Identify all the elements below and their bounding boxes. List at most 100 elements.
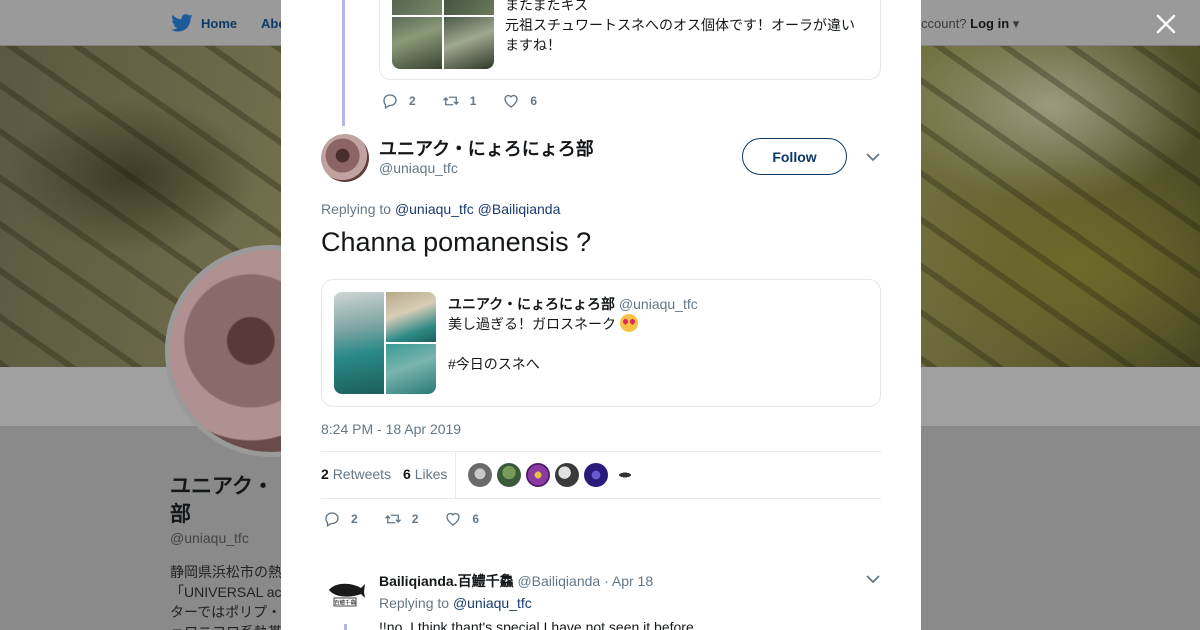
- retweet-count: 2: [411, 512, 419, 526]
- retweets-label: Retweets: [332, 466, 392, 482]
- replying-to-label: Replying to: [379, 595, 450, 611]
- like-count: 6: [530, 94, 538, 108]
- retweet-count: 1: [469, 94, 477, 108]
- account-prompt: ccount? Log in ▾: [921, 16, 1019, 32]
- chevron-down-icon[interactable]: [865, 571, 881, 587]
- replying-to: Replying to @uniaqu_tfc @Bailiqianda: [321, 201, 560, 217]
- tweet-text-line: ますね！: [505, 37, 561, 53]
- reply-count: 2: [351, 512, 358, 526]
- like-icon: [504, 94, 519, 108]
- account-prompt-text: ccount?: [921, 16, 967, 31]
- likes-stat[interactable]: 6 Likes: [403, 466, 447, 482]
- profile-name-line2: 部: [170, 503, 191, 526]
- bio-line: 静岡県浜松市の熱: [170, 564, 282, 580]
- chevron-down-icon[interactable]: [865, 149, 881, 165]
- reply-icon: [325, 512, 339, 527]
- tweet-modal: またまたキス 元祖スチュワートスネへのオス個体です！オーラが違い ますね！ 2 …: [281, 0, 921, 630]
- logo-text: 百鱧千鱻: [334, 599, 357, 607]
- mention-link[interactable]: @uniaqu_tfc: [395, 201, 474, 217]
- quoted-tweet-thumbnails[interactable]: [334, 292, 436, 394]
- reply-author-avatar[interactable]: 百鱧千鱻: [321, 570, 369, 618]
- liker-avatar[interactable]: [497, 463, 521, 487]
- quoted-text: 美し過ぎる！ガロスネーク: [448, 316, 616, 332]
- close-modal-button[interactable]: [1152, 10, 1180, 38]
- retweet-button[interactable]: 1: [442, 92, 477, 110]
- author-avatar[interactable]: [321, 134, 369, 182]
- nav-home-link[interactable]: Home: [171, 14, 237, 32]
- reply-date[interactable]: · Apr 18: [604, 573, 653, 589]
- login-link[interactable]: Log in: [970, 16, 1009, 31]
- reply-author-name[interactable]: Bailiqianda.百鱧千鱻: [379, 573, 514, 589]
- previous-tweet-text: またまたキス 元祖スチュワートスネへのオス個体です！オーラが違い ますね！: [505, 0, 870, 55]
- twitter-bird-icon: [171, 14, 193, 32]
- thumbnail-image[interactable]: [444, 0, 494, 15]
- thumbnail-image[interactable]: [392, 0, 442, 15]
- follow-button[interactable]: Follow: [742, 138, 847, 175]
- quoted-author-handle[interactable]: @uniaqu_tfc: [619, 296, 698, 312]
- profile-name: ユニアク・ 部: [170, 473, 280, 529]
- quoted-author-name[interactable]: ユニアク・にょろにょろ部: [448, 296, 615, 312]
- liker-avatar[interactable]: [468, 463, 492, 487]
- reply-author-handle[interactable]: @Bailiqianda: [517, 573, 600, 589]
- quoted-tweet-text: 美し過ぎる！ガロスネーク: [448, 314, 638, 334]
- like-icon: [446, 512, 461, 526]
- liker-avatars: [468, 463, 637, 487]
- thread-connector-line: [342, 0, 345, 126]
- bio-line: ェロニコロ系執帯: [170, 622, 282, 630]
- retweet-icon: [384, 514, 401, 524]
- heart-eyes-emoji-icon: [619, 314, 638, 332]
- thumbnail-image[interactable]: [334, 292, 384, 394]
- tweet-actions: 2 2 6: [323, 510, 505, 528]
- author-handle[interactable]: @uniaqu_tfc: [379, 160, 458, 176]
- thumbnail-image[interactable]: [386, 292, 436, 342]
- profile-name-line1: ユニアク・: [170, 475, 274, 498]
- fish-logo-icon: 百鱧千鱻: [329, 583, 365, 607]
- mention-link[interactable]: @uniaqu_tfc: [453, 595, 532, 611]
- divider: [321, 498, 881, 499]
- nav-home-label: Home: [201, 15, 238, 31]
- liker-avatar[interactable]: [613, 463, 637, 487]
- profile-bio: 静岡県浜松市の熱 「UNIVERSAL ac ターではポリプ・ ェロニコロ系執帯: [170, 562, 282, 630]
- like-button[interactable]: 6: [444, 510, 479, 528]
- reply-tweet-text: !!no. I think thant's special I have not…: [379, 619, 694, 630]
- thumbnail-image[interactable]: [444, 17, 494, 69]
- tweet-text-line: 元祖スチュワートスネへのオス個体です！オーラが違い: [505, 17, 855, 33]
- reply-replying-to: Replying to @uniaqu_tfc: [379, 595, 532, 611]
- liker-avatar[interactable]: [526, 463, 550, 487]
- retweets-stat[interactable]: 2 Retweets: [321, 466, 391, 482]
- reply-button[interactable]: 2: [381, 92, 416, 110]
- divider: [321, 451, 881, 452]
- divider: [455, 452, 456, 498]
- like-count: 6: [472, 512, 480, 526]
- likes-count: 6: [403, 466, 411, 482]
- thumbnail-image[interactable]: [392, 17, 442, 69]
- replying-to-label: Replying to: [321, 201, 392, 217]
- quoted-tweet-header: ユニアク・にょろにょろ部 @uniaqu_tfc: [448, 294, 698, 314]
- profile-handle: @uniaqu_tfc: [170, 530, 249, 546]
- liker-avatar[interactable]: [584, 463, 608, 487]
- previous-tweet-actions: 2 1 6: [381, 92, 563, 110]
- retweet-button[interactable]: 2: [384, 510, 419, 528]
- previous-tweet-thumbnails[interactable]: [392, 0, 494, 69]
- thread-connector-line: [344, 624, 347, 630]
- mention-link[interactable]: @Bailiqianda: [478, 201, 561, 217]
- hashtag-link[interactable]: #今日のスネへ: [448, 354, 540, 374]
- chevron-down-icon: ▾: [1012, 16, 1020, 31]
- close-icon: [1156, 14, 1176, 34]
- reply-icon: [383, 94, 397, 109]
- bio-line: ターではポリプ・: [170, 604, 282, 620]
- thumbnail-image[interactable]: [386, 344, 436, 394]
- reply-count: 2: [409, 94, 416, 108]
- tweet-timestamp[interactable]: 8:24 PM - 18 Apr 2019: [321, 421, 461, 437]
- tweet-text: Channa pomanensis ?: [321, 227, 592, 257]
- previous-tweet-media-card[interactable]: またまたキス 元祖スチュワートスネへのオス個体です！オーラが違い ますね！: [379, 0, 881, 80]
- likes-label: Likes: [414, 466, 448, 482]
- author-name[interactable]: ユニアク・にょろにょろ部: [379, 135, 594, 161]
- reply-button[interactable]: 2: [323, 510, 358, 528]
- liker-avatar[interactable]: [555, 463, 579, 487]
- reply-tweet-header: Bailiqianda.百鱧千鱻 @Bailiqianda · Apr 18: [379, 571, 653, 591]
- tweet-stats: 2 Retweets 6 Likes: [321, 466, 447, 482]
- like-button[interactable]: 6: [502, 92, 537, 110]
- quoted-tweet[interactable]: ユニアク・にょろにょろ部 @uniaqu_tfc 美し過ぎる！ガロスネーク #今…: [321, 279, 881, 407]
- retweets-count: 2: [321, 466, 329, 482]
